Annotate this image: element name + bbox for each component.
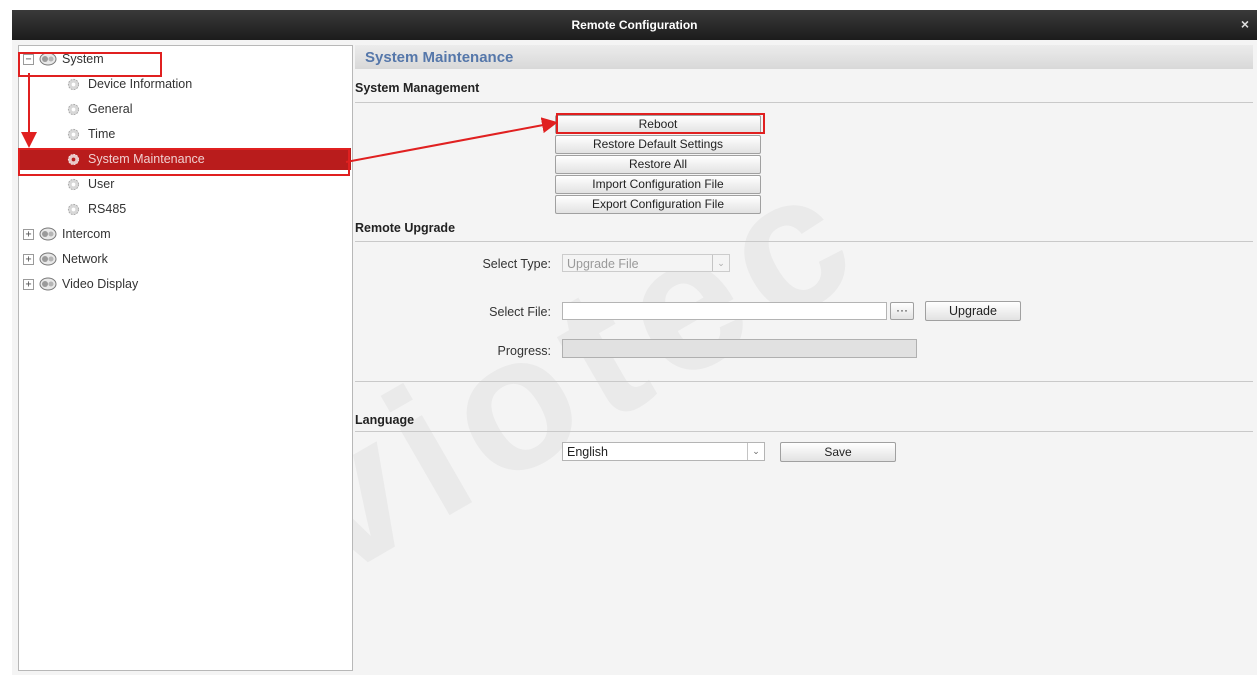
tree-item-device-information[interactable]: Device Information	[67, 73, 192, 95]
gear-icon	[67, 78, 80, 90]
tree-node-video-display[interactable]: + Video Display	[23, 273, 138, 295]
divider	[355, 102, 1253, 103]
export-configuration-file-button[interactable]: Export Configuration File	[555, 195, 761, 214]
tree-label: Time	[88, 127, 116, 141]
tree-label: General	[88, 102, 133, 116]
tree-label: RS485	[88, 202, 127, 216]
maintenance-panel: System Maintenance System Management Reb…	[355, 45, 1253, 671]
gear-icon	[67, 128, 80, 140]
expand-toggle[interactable]: +	[23, 228, 34, 240]
section-remote-upgrade: Remote Upgrade	[355, 221, 456, 235]
device-node-icon	[39, 227, 57, 241]
select-type-label: Select Type:	[482, 257, 551, 271]
select-file-label: Select File:	[489, 305, 551, 319]
tree-item-rs485[interactable]: RS485	[67, 198, 126, 220]
expand-toggle[interactable]: +	[23, 253, 34, 265]
divider	[355, 431, 1253, 432]
panel-title: System Maintenance	[355, 45, 1253, 69]
tree-item-time[interactable]: Time	[67, 123, 115, 145]
language-select[interactable]: English ⌄	[562, 442, 765, 461]
tree-label: Device Information	[88, 77, 193, 91]
select-type-value: Upgrade File	[567, 257, 639, 271]
tree-label: Video Display	[62, 277, 139, 291]
tree-item-system-maintenance[interactable]: System Maintenance	[20, 148, 351, 170]
tree-item-general[interactable]: General	[67, 98, 132, 120]
divider	[355, 381, 1253, 382]
tree-item-user[interactable]: User	[67, 173, 114, 195]
gear-icon	[67, 178, 80, 190]
save-button[interactable]: Save	[780, 442, 896, 462]
section-language: Language	[355, 413, 415, 427]
device-node-icon	[39, 52, 57, 66]
close-icon[interactable]: ×	[1241, 16, 1249, 32]
select-type-dropdown: Upgrade File ⌄	[562, 254, 730, 272]
panel-title-text: System Maintenance	[365, 49, 514, 66]
language-value: English	[567, 445, 608, 459]
tree-node-system[interactable]: − System	[23, 48, 104, 70]
tree-label: Intercom	[62, 227, 111, 241]
section-system-management: System Management	[355, 81, 480, 95]
tree-node-intercom[interactable]: + Intercom	[23, 223, 111, 245]
chevron-down-icon[interactable]: ⌄	[747, 443, 764, 460]
gear-icon	[67, 153, 80, 165]
import-configuration-file-button[interactable]: Import Configuration File	[555, 175, 761, 194]
restore-default-settings-button[interactable]: Restore Default Settings	[555, 135, 761, 154]
window-body: viotec − System Device Information Gener…	[12, 40, 1257, 675]
tree-label: Network	[62, 252, 108, 266]
expand-toggle[interactable]: +	[23, 278, 34, 290]
device-node-icon	[39, 252, 57, 266]
tree-label: User	[88, 177, 115, 191]
chevron-down-icon: ⌄	[712, 255, 729, 271]
restore-all-button[interactable]: Restore All	[555, 155, 761, 174]
divider	[355, 241, 1253, 242]
select-file-input[interactable]	[562, 302, 887, 320]
tree-label: System Maintenance	[88, 152, 205, 166]
gear-icon	[67, 103, 80, 115]
device-node-icon	[39, 277, 57, 291]
tree-node-network[interactable]: + Network	[23, 248, 108, 270]
title-bar: Remote Configuration ×	[12, 10, 1257, 40]
tree-label-system: System	[62, 52, 104, 66]
progress-label: Progress:	[497, 344, 552, 358]
upgrade-progress-bar	[562, 339, 917, 358]
config-tree: − System Device Information General Time…	[18, 45, 353, 671]
window-title: Remote Configuration	[571, 18, 698, 32]
reboot-button[interactable]: Reboot	[555, 115, 761, 134]
browse-button[interactable]: ···	[890, 302, 914, 320]
collapse-toggle[interactable]: −	[23, 53, 34, 65]
gear-icon	[67, 203, 80, 215]
upgrade-button[interactable]: Upgrade	[925, 301, 1021, 321]
